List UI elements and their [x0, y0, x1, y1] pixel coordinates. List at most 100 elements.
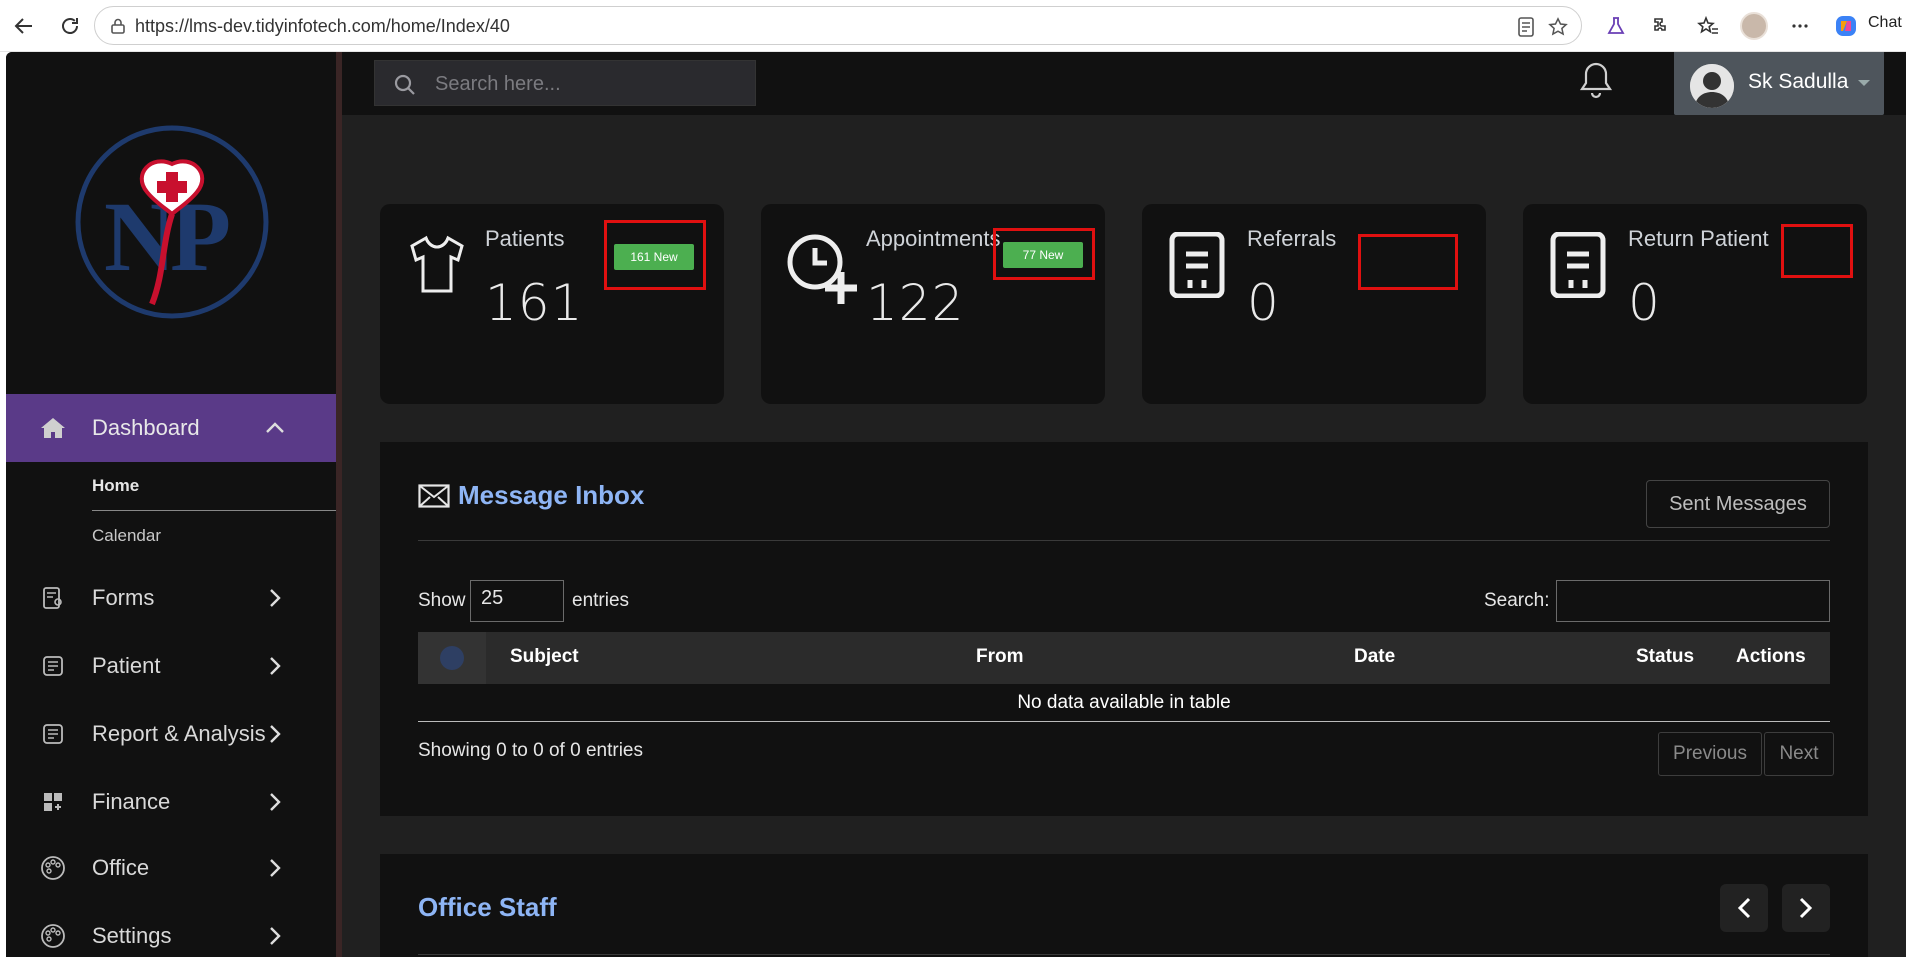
user-menu[interactable]: Sk Sadulla — [1674, 52, 1884, 115]
receipt-icon — [1166, 231, 1228, 303]
profile-avatar-image — [1740, 12, 1768, 40]
column-status[interactable]: Status — [1636, 646, 1694, 668]
card-value: 122 — [866, 274, 965, 332]
receipt-icon — [1547, 231, 1609, 303]
nav-dashboard[interactable]: Dashboard — [6, 394, 336, 462]
labs-flask-icon[interactable] — [1600, 10, 1632, 42]
nav-office[interactable]: Office — [6, 838, 336, 898]
palette-icon — [40, 855, 66, 881]
entries-select[interactable]: 25 — [470, 580, 564, 622]
back-arrow-icon — [14, 18, 32, 34]
card-referrals[interactable]: Referrals 0 — [1142, 204, 1486, 404]
copilot-icon[interactable] — [1830, 10, 1862, 42]
previous-page-button[interactable]: Previous — [1658, 732, 1762, 776]
inbox-title: Message Inbox — [458, 480, 645, 510]
back-button[interactable] — [8, 10, 40, 42]
new-badge: 161 New — [614, 244, 694, 270]
subnav-calendar[interactable]: Calendar — [92, 526, 161, 546]
card-value: 0 — [1247, 274, 1280, 332]
chevron-right-icon — [1799, 897, 1813, 919]
sidebar-divider — [336, 52, 342, 957]
nav-finance-label: Finance — [92, 789, 171, 814]
column-from[interactable]: From — [976, 646, 1024, 668]
top-bar: Search here... Sk Sadulla — [342, 52, 1906, 115]
card-value: 0 — [1628, 274, 1661, 332]
select-all-cell[interactable] — [418, 632, 486, 684]
search-placeholder: Search here... — [435, 73, 561, 95]
shirt-icon — [404, 232, 470, 303]
nav-patient-label: Patient — [92, 653, 161, 678]
nav-forms[interactable]: Forms — [6, 568, 336, 628]
more-menu-icon[interactable] — [1784, 10, 1816, 42]
card-patients[interactable]: Patients 161 161 New — [380, 204, 724, 404]
form-icon — [40, 585, 66, 611]
nav-report-analysis[interactable]: Report & Analysis — [6, 704, 336, 764]
show-label: Show — [418, 590, 466, 611]
global-search-input[interactable]: Search here... — [374, 60, 756, 106]
reader-view-icon[interactable] — [1515, 16, 1537, 38]
card-appointments[interactable]: Appointments 122 77 New — [761, 204, 1105, 404]
nav-office-label: Office — [92, 855, 150, 880]
office-staff-panel: Office Staff — [380, 854, 1868, 957]
nav-dashboard-label: Dashboard — [92, 415, 200, 440]
table-search-input[interactable] — [1556, 580, 1830, 622]
chevron-right-icon — [264, 857, 286, 879]
select-all-toggle[interactable] — [440, 646, 464, 670]
search-icon — [393, 73, 417, 102]
card-title: Referrals — [1247, 226, 1337, 251]
column-date[interactable]: Date — [1354, 646, 1395, 668]
column-actions[interactable]: Actions — [1736, 646, 1806, 668]
home-icon — [40, 415, 66, 441]
nav-finance[interactable]: Finance — [6, 772, 336, 832]
card-value: 161 — [485, 274, 584, 332]
message-inbox-panel: Message Inbox Sent Messages Show 25 entr… — [380, 442, 1868, 816]
table-header: Subject From Date Status Actions — [418, 632, 1830, 684]
inbox-divider — [418, 540, 1830, 541]
clock-plus-icon — [785, 232, 861, 313]
office-staff-title: Office Staff — [418, 892, 557, 922]
highlight-box — [1781, 224, 1853, 278]
sent-messages-button[interactable]: Sent Messages — [1646, 480, 1830, 528]
entries-label: entries — [572, 590, 630, 611]
chevron-right-icon — [264, 925, 286, 947]
chevron-right-icon — [264, 655, 286, 677]
chat-label[interactable]: Chat — [1868, 14, 1902, 32]
nav-settings[interactable]: Settings — [6, 906, 336, 957]
office-staff-divider — [418, 954, 1830, 955]
card-title: Appointments — [866, 226, 1001, 251]
notification-bell-icon[interactable] — [1578, 60, 1614, 105]
list-icon — [40, 653, 66, 679]
carousel-prev-button[interactable] — [1720, 884, 1768, 932]
carousel-next-button[interactable] — [1782, 884, 1830, 932]
subnav-home[interactable]: Home — [92, 476, 139, 496]
nav-patient[interactable]: Patient — [6, 636, 336, 696]
user-name: Sk Sadulla — [1748, 70, 1849, 93]
nav-report-analysis-label: Report & Analysis — [92, 721, 266, 746]
address-bar[interactable]: https://lms-dev.tidyinfotech.com/home/In… — [94, 6, 1582, 45]
profile-avatar[interactable] — [1738, 10, 1770, 42]
subnav-divider — [92, 510, 336, 511]
nav-forms-label: Forms — [92, 585, 155, 610]
reload-icon — [62, 18, 78, 34]
caret-down-icon — [1858, 80, 1870, 86]
favorite-star-icon[interactable] — [1547, 16, 1569, 38]
app-root: N P Dashboard Home Calendar Forms Patien… — [6, 52, 1906, 957]
user-avatar — [1690, 64, 1734, 108]
site-info-icon[interactable] — [109, 17, 127, 40]
chevron-right-icon — [264, 587, 286, 609]
browser-toolbar: https://lms-dev.tidyinfotech.com/home/In… — [0, 0, 1906, 52]
highlight-box — [1358, 234, 1458, 290]
extensions-icon[interactable] — [1646, 10, 1678, 42]
sidebar: N P Dashboard Home Calendar Forms Patien… — [6, 52, 336, 957]
column-subject[interactable]: Subject — [510, 646, 579, 668]
new-badge: 77 New — [1003, 242, 1083, 268]
report-icon — [40, 721, 66, 747]
chevron-right-icon — [264, 723, 286, 745]
reload-button[interactable] — [54, 10, 86, 42]
favorites-icon[interactable] — [1692, 10, 1724, 42]
card-return-patient[interactable]: Return Patient 0 — [1523, 204, 1867, 404]
envelope-icon — [418, 484, 450, 513]
table-info: Showing 0 to 0 of 0 entries — [418, 740, 643, 761]
next-page-button[interactable]: Next — [1764, 732, 1834, 776]
card-title: Return Patient — [1628, 226, 1769, 251]
